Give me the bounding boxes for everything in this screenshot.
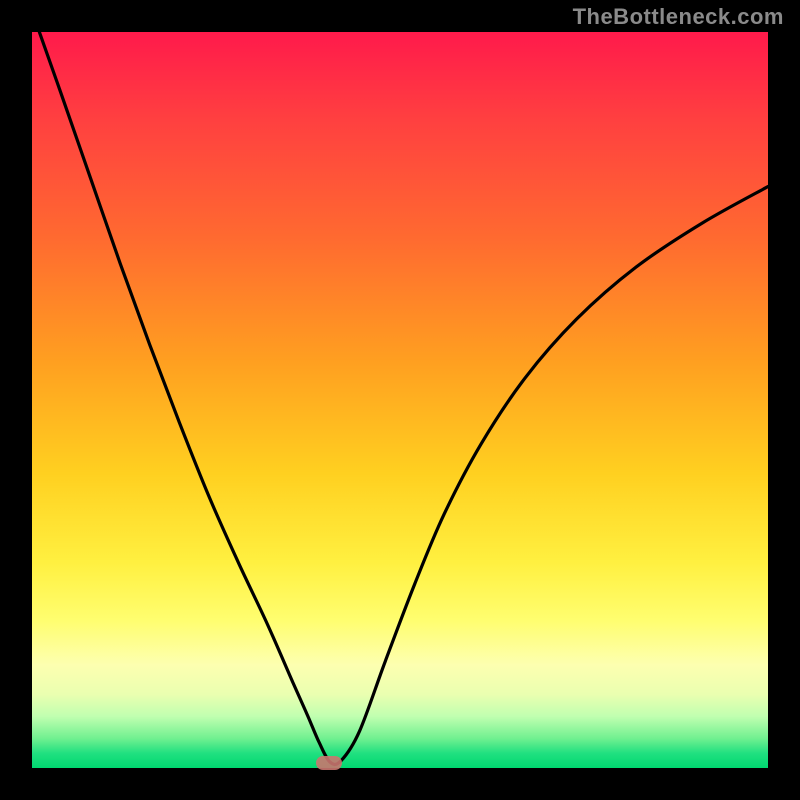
min-marker bbox=[316, 756, 342, 770]
watermark-text: TheBottleneck.com bbox=[573, 4, 784, 30]
plot-area bbox=[32, 32, 768, 768]
curve-svg bbox=[32, 32, 768, 768]
chart-frame: TheBottleneck.com bbox=[0, 0, 800, 800]
bottleneck-curve bbox=[39, 32, 768, 764]
